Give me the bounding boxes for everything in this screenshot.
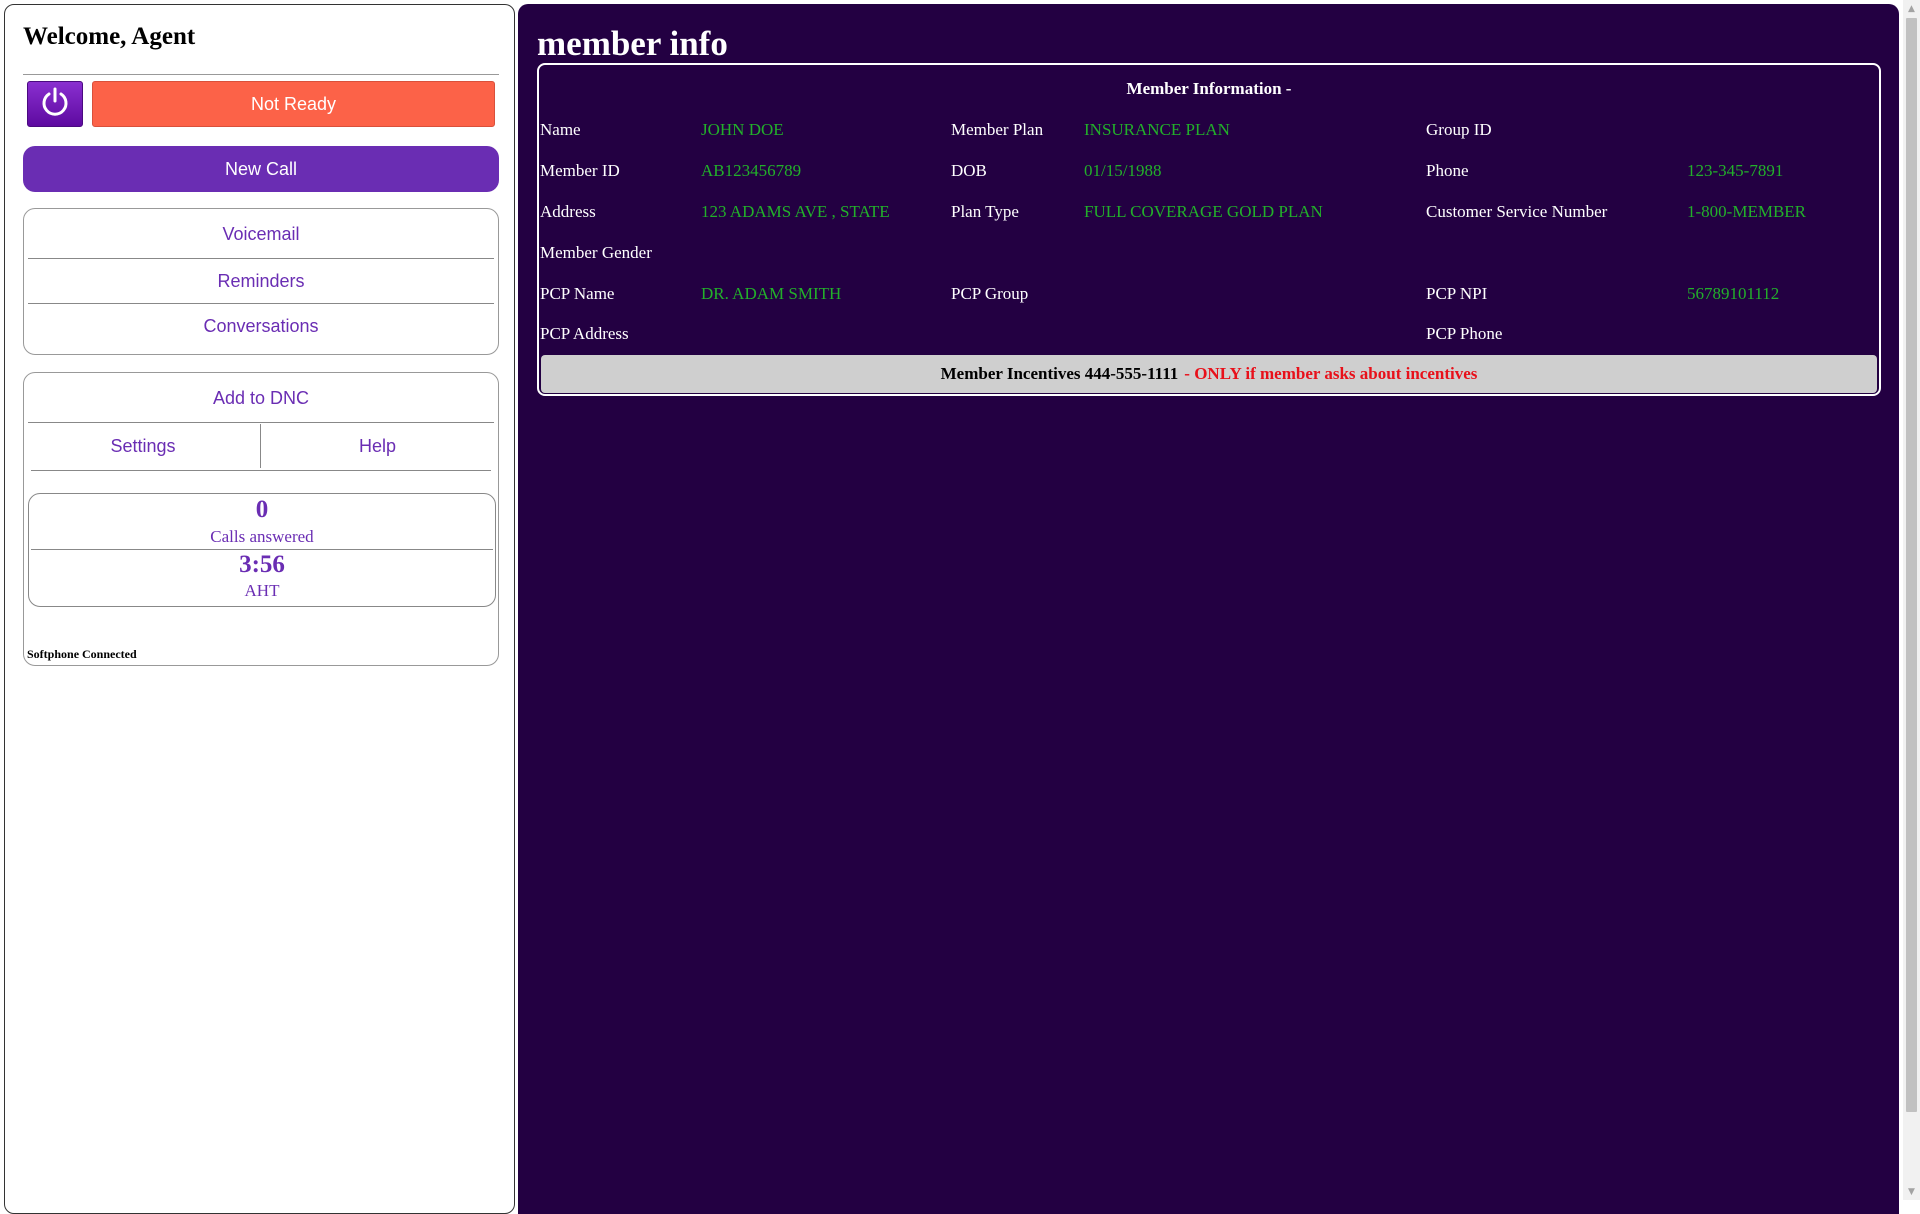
pcp-address-label: PCP Address xyxy=(540,324,629,343)
name-label: Name xyxy=(540,120,581,139)
softphone-status: Softphone Connected xyxy=(27,647,137,661)
phone-label: Phone xyxy=(1426,161,1469,180)
voicemail-link[interactable]: Voicemail xyxy=(28,212,494,256)
welcome-heading: Welcome, Agent xyxy=(23,23,196,50)
incentives-warning-text: - ONLY if member asks about incentives xyxy=(1184,364,1478,383)
address-value: 123 ADAMS AVE , STATE xyxy=(701,202,890,221)
pcp-npi-label: PCP NPI xyxy=(1426,284,1488,303)
member-incentives-banner: Member Incentives 444-555-1111 - ONLY if… xyxy=(541,355,1877,393)
member-info-panel: member info Member Information - Name JO… xyxy=(518,4,1899,1214)
agent-tools: Add to DNC Settings Help 0 Calls answere… xyxy=(23,372,499,666)
pcp-group-label: PCP Group xyxy=(951,284,1029,303)
reminders-link[interactable]: Reminders xyxy=(28,259,494,303)
conversations-link[interactable]: Conversations xyxy=(28,304,494,348)
member-id-value: AB123456789 xyxy=(701,161,802,180)
pcp-name-value: DR. ADAM SMITH xyxy=(701,284,842,303)
plan-type-label: Plan Type xyxy=(951,202,1019,221)
agent-menu: Voicemail Reminders Conversations xyxy=(23,208,499,355)
divider xyxy=(31,549,493,550)
power-button[interactable] xyxy=(27,81,83,127)
dob-value: 01/15/1988 xyxy=(1084,161,1162,180)
divider xyxy=(28,422,494,423)
agent-panel: Welcome, Agent Not Ready New Call Voicem… xyxy=(4,4,515,1214)
stats-panel: 0 Calls answered 3:56 AHT xyxy=(28,493,496,607)
help-link[interactable]: Help xyxy=(261,424,494,468)
scroll-up-arrow-icon[interactable]: ▲ xyxy=(1903,0,1920,17)
member-plan-label: Member Plan xyxy=(951,120,1044,139)
incentives-phone-text: Member Incentives 444-555-1111 xyxy=(940,364,1179,383)
name-value: JOHN DOE xyxy=(701,120,784,139)
member-id-label: Member ID xyxy=(540,161,620,180)
scroll-down-arrow-icon[interactable]: ▼ xyxy=(1903,1183,1920,1200)
member-plan-value: INSURANCE PLAN xyxy=(1084,120,1230,139)
settings-link[interactable]: Settings xyxy=(28,424,258,468)
member-information-card: Member Information - Name JOHN DOE Membe… xyxy=(537,63,1881,396)
scrollbar-thumb[interactable] xyxy=(1906,18,1917,1112)
pcp-name-label: PCP Name xyxy=(540,284,615,303)
new-call-button[interactable]: New Call xyxy=(23,146,499,192)
card-heading: Member Information - xyxy=(1126,79,1292,98)
add-to-dnc-link[interactable]: Add to DNC xyxy=(28,376,494,420)
calls-answered-count: 0 xyxy=(255,496,269,523)
member-gender-label: Member Gender xyxy=(540,243,652,262)
aht-value: 3:56 xyxy=(239,551,285,578)
page-title: member info xyxy=(537,24,728,63)
pcp-phone-label: PCP Phone xyxy=(1426,324,1503,343)
divider xyxy=(31,470,491,471)
vertical-scrollbar[interactable]: ▲ ▼ xyxy=(1903,0,1920,1200)
customer-service-number-value: 1-800-MEMBER xyxy=(1687,202,1806,221)
customer-service-number-label: Customer Service Number xyxy=(1426,202,1608,221)
aht-label: AHT xyxy=(244,581,280,600)
divider xyxy=(23,74,499,75)
calls-answered-label: Calls answered xyxy=(210,527,314,546)
address-label: Address xyxy=(540,202,596,221)
group-id-label: Group ID xyxy=(1426,120,1492,139)
plan-type-value: FULL COVERAGE GOLD PLAN xyxy=(1084,202,1323,221)
not-ready-status-button[interactable]: Not Ready xyxy=(92,81,495,127)
power-icon xyxy=(39,86,71,123)
pcp-npi-value: 56789101112 xyxy=(1687,284,1780,303)
dob-label: DOB xyxy=(951,161,987,180)
phone-value: 123-345-7891 xyxy=(1687,161,1784,180)
